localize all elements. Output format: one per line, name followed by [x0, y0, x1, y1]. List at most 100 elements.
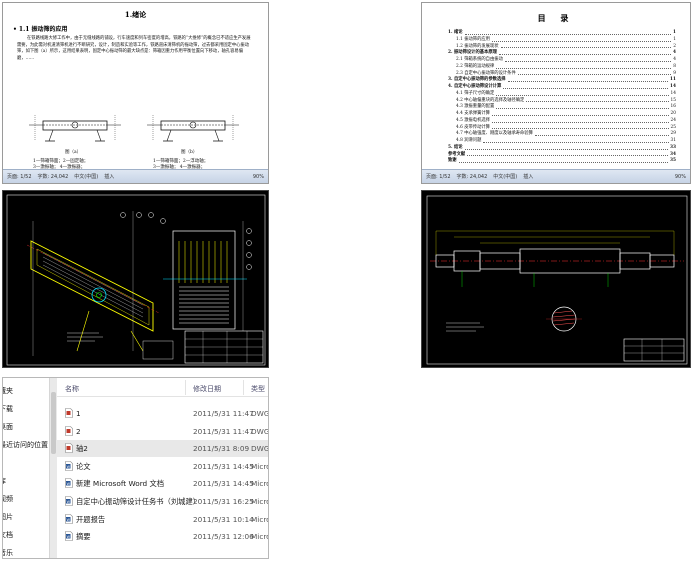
- toc-entry-page: 8: [673, 63, 676, 69]
- file-name: 1: [76, 409, 81, 418]
- toc-entry-text: 4.4 支承弹簧计算: [456, 111, 490, 116]
- file-explorer-window[interactable]: 藏夹下载桌面最近访问的位置库视频图片文档音乐 名称 修改日期 类型 1 2011/…: [2, 377, 269, 559]
- word-file-icon: W: [65, 478, 73, 489]
- column-header-date[interactable]: 修改日期: [193, 384, 221, 394]
- nav-item[interactable]: 藏夹: [3, 386, 13, 396]
- status-word-count[interactable]: 字数: 24,042: [457, 173, 488, 180]
- toc-entry-text: 5. 结论: [448, 144, 463, 150]
- toc-entry[interactable]: 4.3 激振重量的配置 16: [448, 104, 676, 111]
- toc-entry[interactable]: 4. 自定中心振动筛设计计算 14: [448, 84, 676, 91]
- toc-entry[interactable]: 1.1 振动筛的应用 1: [448, 37, 676, 44]
- toc-entry-page: 34: [670, 151, 676, 157]
- toc-entry[interactable]: 1. 绪论 1: [448, 30, 676, 37]
- document-page[interactable]: 1.绪论 • 1.1 振动筛的应用 在铁路线路大修工作中，由于无缝线路的铺设，行…: [3, 3, 268, 170]
- toc-entry[interactable]: 2.1 筛箱系统的自由振动 4: [448, 57, 676, 64]
- toc-leader: [534, 131, 669, 136]
- file-row[interactable]: W论文 2011/5/31 14:45Micros: [57, 458, 268, 475]
- toc-entry[interactable]: 5. 结论 33: [448, 145, 676, 152]
- toc-leader: [498, 50, 671, 55]
- nav-item[interactable]: 视频: [3, 494, 13, 504]
- toc-leader: [491, 118, 669, 123]
- nav-item[interactable]: 文档: [3, 530, 13, 540]
- nav-item[interactable]: 桌面: [3, 422, 13, 432]
- status-language[interactable]: 中文(中国): [74, 173, 98, 180]
- toc-entry[interactable]: 致谢 35: [448, 158, 676, 165]
- dwg-file-icon: [65, 443, 73, 453]
- toc-leader: [491, 37, 672, 42]
- toc-entry-text: 2. 振动筛设计的基本原理: [448, 50, 497, 56]
- file-row[interactable]: W摘要 2011/5/31 12:06Micros: [57, 528, 268, 545]
- status-insert-mode[interactable]: 插入: [104, 173, 114, 180]
- file-row[interactable]: W开题报告 2011/5/31 10:14Micros: [57, 511, 268, 528]
- toc-entry[interactable]: 2. 振动筛设计的基本原理 4: [448, 50, 676, 57]
- word-document-table-of-contents[interactable]: 目 录 1. 绪论 1 1.1 振动筛的应用 1 1.2 振动筛的发展现状 2 2. 振动筛…: [421, 2, 691, 184]
- nav-item[interactable]: 音乐: [3, 548, 13, 558]
- word-file-icon: W: [65, 513, 73, 524]
- cad-drawing-shaft[interactable]: [421, 190, 691, 368]
- status-page[interactable]: 页面: 1/52: [426, 173, 451, 180]
- toc-entry[interactable]: 4.1 筛子尺寸的确定 14: [448, 91, 676, 98]
- toc-list: 1. 绪论 1 1.1 振动筛的应用 1 1.2 振动筛的发展现状 2 2. 振动筛设计的基…: [448, 30, 676, 165]
- word-document-thesis-intro[interactable]: 1.绪论 • 1.1 振动筛的应用 在铁路线路大修工作中，由于无缝线路的铺设，行…: [2, 2, 269, 184]
- toc-entry-page: 4: [673, 57, 676, 62]
- toc-entry[interactable]: 4.4 支承弹簧计算 20: [448, 111, 676, 118]
- toc-entry-page: 15: [670, 97, 676, 103]
- file-name: 论文: [76, 461, 91, 471]
- toc-entry[interactable]: 4.8 润滑问题 31: [448, 138, 676, 145]
- nav-item[interactable]: 下载: [3, 404, 13, 414]
- toc-entry-page: 31: [670, 138, 676, 143]
- toc-entry-text: 致谢: [448, 158, 457, 164]
- toc-entry-text: 1.1 振动筛的应用: [456, 36, 490, 42]
- document-heading: 1.绪论: [124, 10, 147, 19]
- toc-entry[interactable]: 参考文献 34: [448, 152, 676, 159]
- word-status-bar: 页面: 1/52 字数: 24,042 中文(中国) 插入 90%: [422, 169, 690, 183]
- figure-b-diagram: [147, 115, 239, 142]
- file-date: 2011/5/31 16:25: [193, 497, 254, 506]
- file-date: 2011/5/31 12:06: [193, 532, 254, 542]
- toc-entry[interactable]: 4.7 中心轴强度、刚度以及轴承寿命验算 29: [448, 131, 676, 138]
- cad-canvas[interactable]: [3, 191, 269, 368]
- toc-entry-page: 14: [670, 84, 676, 89]
- file-type: DWG 文: [251, 426, 269, 436]
- toc-entry-page: 11: [670, 77, 676, 83]
- scrollbar-thumb[interactable]: [51, 392, 56, 454]
- nav-item[interactable]: 库: [3, 476, 6, 486]
- dwg-file-icon: [65, 425, 73, 436]
- toc-leader: [503, 84, 669, 89]
- column-header-name[interactable]: 名称: [65, 384, 79, 394]
- status-word-count[interactable]: 字数: 24,042: [38, 173, 69, 180]
- status-zoom[interactable]: 90%: [675, 174, 686, 180]
- file-row[interactable]: W自定中心振动筛设计任务书（刘城建）2011/5/31 16:25Micros: [57, 493, 268, 510]
- dwg-file-icon: [65, 408, 73, 418]
- file-row[interactable]: 轴2 2011/5/31 8:09DWG 文: [57, 440, 269, 458]
- document-page[interactable]: 目 录 1. 绪论 1 1.1 振动筛的应用 1 1.2 振动筛的发展现状 2 2. 振动筛…: [422, 3, 690, 169]
- toc-entry-page: 35: [670, 158, 676, 164]
- toc-leader: [464, 145, 669, 150]
- toc-entry-page: 24: [670, 117, 676, 123]
- toc-entry[interactable]: 3. 自定中心振动筛的参数选择 11: [448, 77, 676, 84]
- toc-entry[interactable]: 2.2 筛箱的运动规律 8: [448, 64, 676, 71]
- toc-entry-page: 4: [673, 50, 676, 56]
- toc-leader: [500, 44, 672, 49]
- toc-entry-text: 4.8 润滑问题: [456, 138, 482, 143]
- toc-leader: [467, 152, 669, 157]
- file-name: 开题报告: [76, 514, 106, 524]
- status-page[interactable]: 页面: 1/52: [7, 173, 32, 180]
- file-row[interactable]: 1 2011/5/31 11:47DWG 文: [57, 405, 268, 422]
- status-zoom[interactable]: 90%: [253, 174, 264, 180]
- column-header-type[interactable]: 类型: [251, 384, 265, 394]
- toc-leader: [483, 138, 669, 143]
- status-language[interactable]: 中文(中国): [493, 173, 517, 180]
- file-type: Micros: [251, 532, 268, 542]
- nav-item[interactable]: 最近访问的位置: [3, 440, 48, 450]
- status-insert-mode[interactable]: 插入: [523, 173, 533, 180]
- toc-entry-page: 33: [670, 144, 676, 150]
- file-row[interactable]: 2 2011/5/31 11:47DWG 文: [57, 423, 268, 440]
- nav-item[interactable]: 图片: [3, 512, 13, 522]
- toc-entry[interactable]: 4.5 激振电机选择 24: [448, 118, 676, 125]
- cad-drawing-vibrating-screen[interactable]: [2, 190, 269, 368]
- cad-canvas[interactable]: [422, 191, 691, 368]
- file-type: DWG 文: [251, 444, 269, 454]
- navigation-scrollbar[interactable]: [49, 378, 57, 558]
- file-row[interactable]: W 新建 Microsoft Word 文档 2011/5/31 14:45 Micr…: [57, 475, 268, 492]
